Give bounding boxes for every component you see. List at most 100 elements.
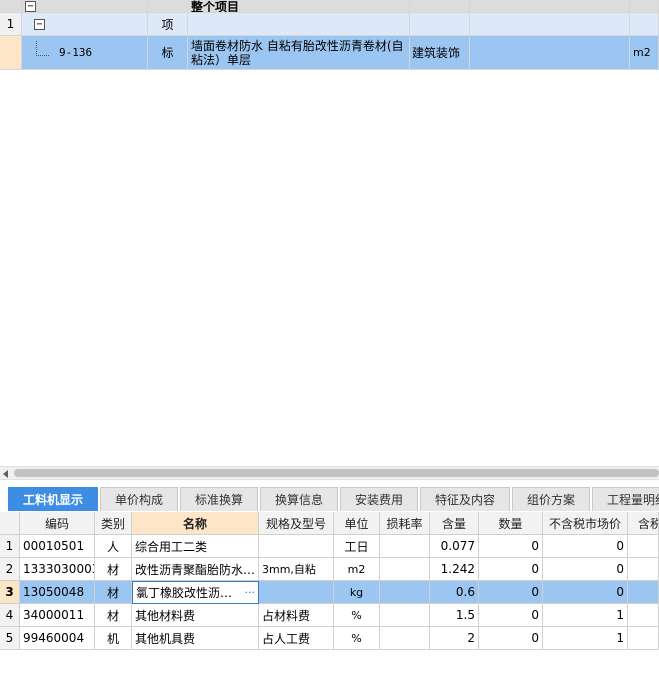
cell-code[interactable]: 99460004 [20,627,95,650]
row-number: 3 [0,581,20,604]
row-type: 项 [148,13,188,36]
cell-code[interactable]: 13050048 [20,581,95,604]
table-row[interactable]: 4 34000011 材 其他材料费 占材料费 % 1.5 0 1 [0,604,659,627]
item-specialty: 建筑装饰 [410,36,470,70]
cell-market-price[interactable]: 0 [543,535,628,558]
cell-code[interactable]: 1333030003 [20,558,95,581]
item-code: 9-136 [59,46,93,59]
cell-unit[interactable]: % [334,627,380,650]
tab-conversion-info[interactable]: 换算信息 [260,487,338,511]
row-type: 标 [148,36,188,70]
cell-spec[interactable]: 3mm,自粘 [259,558,334,581]
cell-name: 氯丁橡胶改性沥… [136,586,233,600]
cell-tax-included[interactable] [628,627,659,650]
horizontal-scrollbar[interactable] [0,466,659,480]
cell-content[interactable]: 0.6 [430,581,479,604]
col-header-content[interactable]: 含量 [430,512,479,535]
row-number: 5 [0,627,20,650]
cell-name[interactable]: 综合用工二类 [132,535,259,558]
col-header-loss-rate[interactable]: 损耗率 [380,512,430,535]
cell-quantity[interactable]: 0 [479,627,543,650]
cell-spec[interactable] [259,581,334,604]
cell-category[interactable]: 材 [95,604,132,627]
cell-content[interactable]: 1.242 [430,558,479,581]
cell-quantity[interactable]: 0 [479,581,543,604]
col-header-tax-included[interactable]: 含税 [628,512,659,535]
cell-market-price[interactable]: 1 [543,604,628,627]
cell-market-price[interactable]: 0 [543,558,628,581]
col-header-spec[interactable]: 规格及型号 [259,512,334,535]
item-name: 墙面卷材防水 自粘有胎改性沥青卷材(自粘法）单层 [188,36,410,70]
col-header-market-price[interactable]: 不含税市场价 [543,512,628,535]
cell-spec[interactable]: 占材料费 [259,604,334,627]
tab-pricing-scheme[interactable]: 组价方案 [512,487,590,511]
tab-standard-conversion[interactable]: 标准换算 [180,487,258,511]
cell-code[interactable]: 34000011 [20,604,95,627]
row-number: 1 [0,13,22,36]
cell-loss-rate[interactable] [380,558,430,581]
project-tree-grid: − 整个项目 1 − 项 9-136 标 墙面卷材防水 自粘有胎改性沥青卷材(自… [0,0,659,70]
cell-market-price[interactable]: 1 [543,627,628,650]
cell-loss-rate[interactable] [380,535,430,558]
cell-category[interactable]: 材 [95,581,132,604]
tree-header-row: − 整个项目 [0,0,659,13]
tree-connector-icon [36,41,49,56]
scroll-left-icon[interactable] [3,470,8,478]
cell-tax-included[interactable] [628,558,659,581]
cell-unit[interactable]: m2 [334,558,380,581]
cell-code[interactable]: 00010501 [20,535,95,558]
cell-content[interactable]: 1.5 [430,604,479,627]
cell-name[interactable]: 其他机具费 [132,627,259,650]
tab-unit-price-composition[interactable]: 单价构成 [100,487,178,511]
cell-tax-included[interactable] [628,604,659,627]
table-row-selected[interactable]: 3 13050048 材 氯丁橡胶改性沥… ··· kg 0.6 0 0 [0,581,659,604]
cell-loss-rate[interactable] [380,581,430,604]
col-header-unit[interactable]: 单位 [334,512,380,535]
row-number: 2 [0,558,20,581]
tab-quantity-detail[interactable]: 工程量明细 [592,487,659,511]
cell-content[interactable]: 0.077 [430,535,479,558]
cell-content[interactable]: 2 [430,627,479,650]
tree-row-section[interactable]: 1 − 项 [0,13,659,36]
cell-tax-included[interactable] [628,581,659,604]
detail-tabs: 工料机显示 单价构成 标准换算 换算信息 安装费用 特征及内容 组价方案 工程量… [0,484,659,512]
tab-labor-material-machine[interactable]: 工料机显示 [8,487,98,511]
cell-name-editing[interactable]: 氯丁橡胶改性沥… ··· [132,581,259,604]
cell-spec[interactable]: 占人工费 [259,627,334,650]
col-header-category[interactable]: 类别 [95,512,132,535]
cell-name[interactable]: 其他材料费 [132,604,259,627]
cell-spec[interactable] [259,535,334,558]
tab-installation-cost[interactable]: 安装费用 [340,487,418,511]
tree-row-item-selected[interactable]: 9-136 标 墙面卷材防水 自粘有胎改性沥青卷材(自粘法）单层 建筑装饰 m2 [0,36,659,70]
cell-category[interactable]: 材 [95,558,132,581]
cell-unit[interactable]: % [334,604,380,627]
col-header-quantity[interactable]: 数量 [479,512,543,535]
cell-loss-rate[interactable] [380,604,430,627]
project-root-label: 整个项目 [188,0,410,13]
table-row[interactable]: 2 1333030003 材 改性沥青聚酯胎防水… 3mm,自粘 m2 1.24… [0,558,659,581]
table-header-row: 编码 类别 名称 规格及型号 单位 损耗率 含量 数量 不含税市场价 含税 [0,512,659,535]
table-row[interactable]: 1 00010501 人 综合用工二类 工日 0.077 0 0 [0,535,659,558]
cell-loss-rate[interactable] [380,627,430,650]
scrollbar-thumb[interactable] [14,469,659,477]
table-row[interactable]: 5 99460004 机 其他机具费 占人工费 % 2 0 1 [0,627,659,650]
col-header-code[interactable]: 编码 [20,512,95,535]
row-number: 1 [0,535,20,558]
row-number: 4 [0,604,20,627]
col-header-name[interactable]: 名称 [132,512,259,535]
cell-category[interactable]: 机 [95,627,132,650]
tab-features-content[interactable]: 特征及内容 [420,487,510,511]
cell-quantity[interactable]: 0 [479,558,543,581]
more-options-icon[interactable]: ··· [245,586,256,599]
cell-unit[interactable]: kg [334,581,380,604]
collapse-toggle-icon[interactable]: − [34,18,45,30]
cell-market-price[interactable]: 0 [543,581,628,604]
cell-name[interactable]: 改性沥青聚酯胎防水… [132,558,259,581]
cell-category[interactable]: 人 [95,535,132,558]
cell-unit[interactable]: 工日 [334,535,380,558]
item-unit: m2 [630,36,659,70]
cell-tax-included[interactable] [628,535,659,558]
cell-quantity[interactable]: 0 [479,604,543,627]
collapse-toggle-icon[interactable]: − [25,0,36,12]
cell-quantity[interactable]: 0 [479,535,543,558]
